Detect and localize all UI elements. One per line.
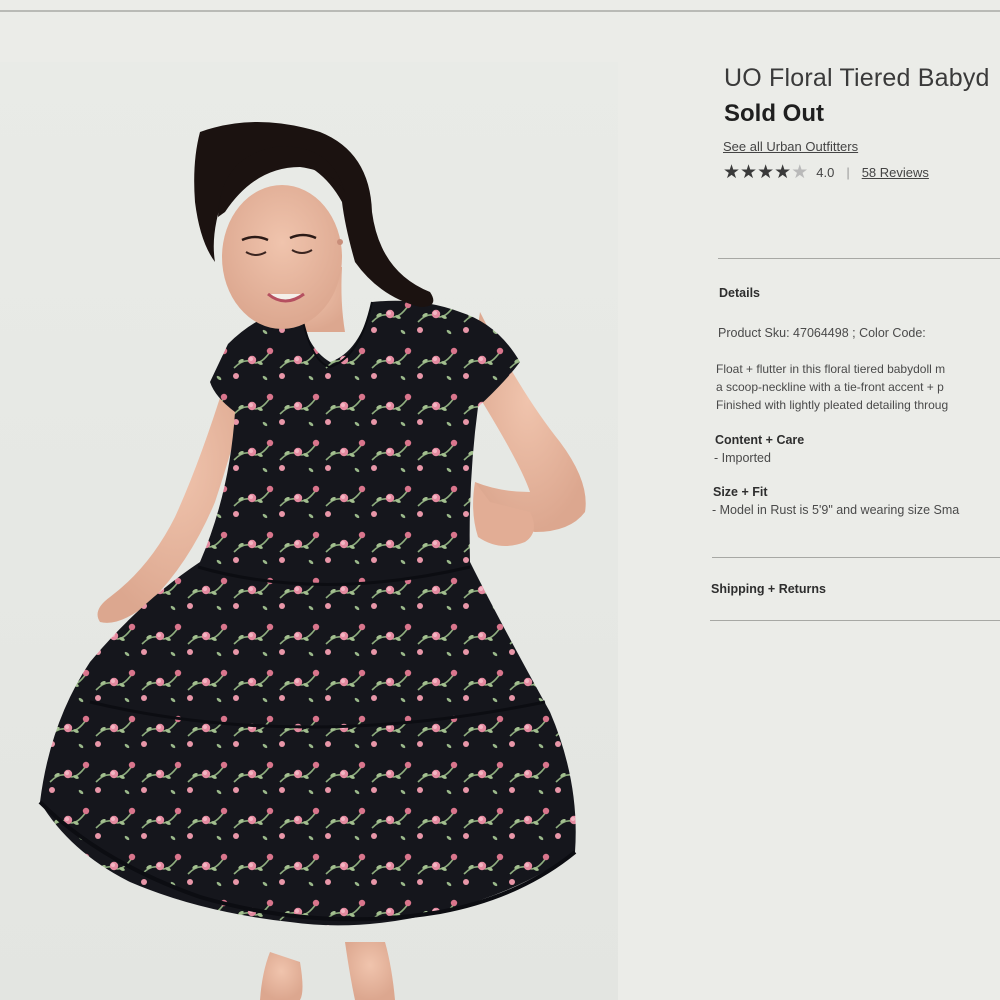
details-heading[interactable]: Details <box>719 286 760 300</box>
product-info-panel: UO Floral Tiered Babyd Sold Out See all … <box>700 0 1000 1000</box>
star-filled-icon: ★ <box>757 162 775 183</box>
rating-separator: | <box>846 165 850 180</box>
product-image[interactable] <box>0 62 618 1000</box>
reviews-link[interactable]: 58 Reviews <box>862 165 929 180</box>
shipping-returns-heading[interactable]: Shipping + Returns <box>711 582 826 596</box>
content-care-heading: Content + Care <box>715 433 805 447</box>
star-filled-icon: ★ <box>740 162 758 183</box>
description-line: Float + flutter in this floral tiered ba… <box>716 362 946 376</box>
availability-status: Sold Out <box>724 100 824 127</box>
product-sku: Product Sku: 47064498 ; Color Code: <box>718 326 926 340</box>
divider <box>710 620 1000 621</box>
star-filled-icon: ★ <box>774 162 792 183</box>
size-fit-heading: Size + Fit <box>713 485 768 499</box>
description-line: a scoop-neckline with a tie-front accent… <box>716 380 944 394</box>
content-care-text: - Imported <box>714 451 771 465</box>
divider <box>718 258 1000 259</box>
product-description: Float + flutter in this floral tiered ba… <box>716 360 948 414</box>
star-empty-icon: ★ <box>791 162 809 183</box>
product-title: UO Floral Tiered Babyd <box>724 64 990 92</box>
star-filled-icon: ★ <box>723 162 741 183</box>
rating-value: 4.0 <box>816 165 835 180</box>
size-fit-text: - Model in Rust is 5'9" and wearing size… <box>712 503 960 517</box>
divider <box>712 557 1000 558</box>
see-all-brand-link[interactable]: See all Urban Outfitters <box>723 139 858 154</box>
rating-row: ★★★★★ 4.0 | 58 Reviews <box>723 161 929 184</box>
rating-stars: ★★★★★ <box>723 161 808 184</box>
model-photo <box>38 122 586 1000</box>
description-line: Finished with lightly pleated detailing … <box>716 398 949 412</box>
